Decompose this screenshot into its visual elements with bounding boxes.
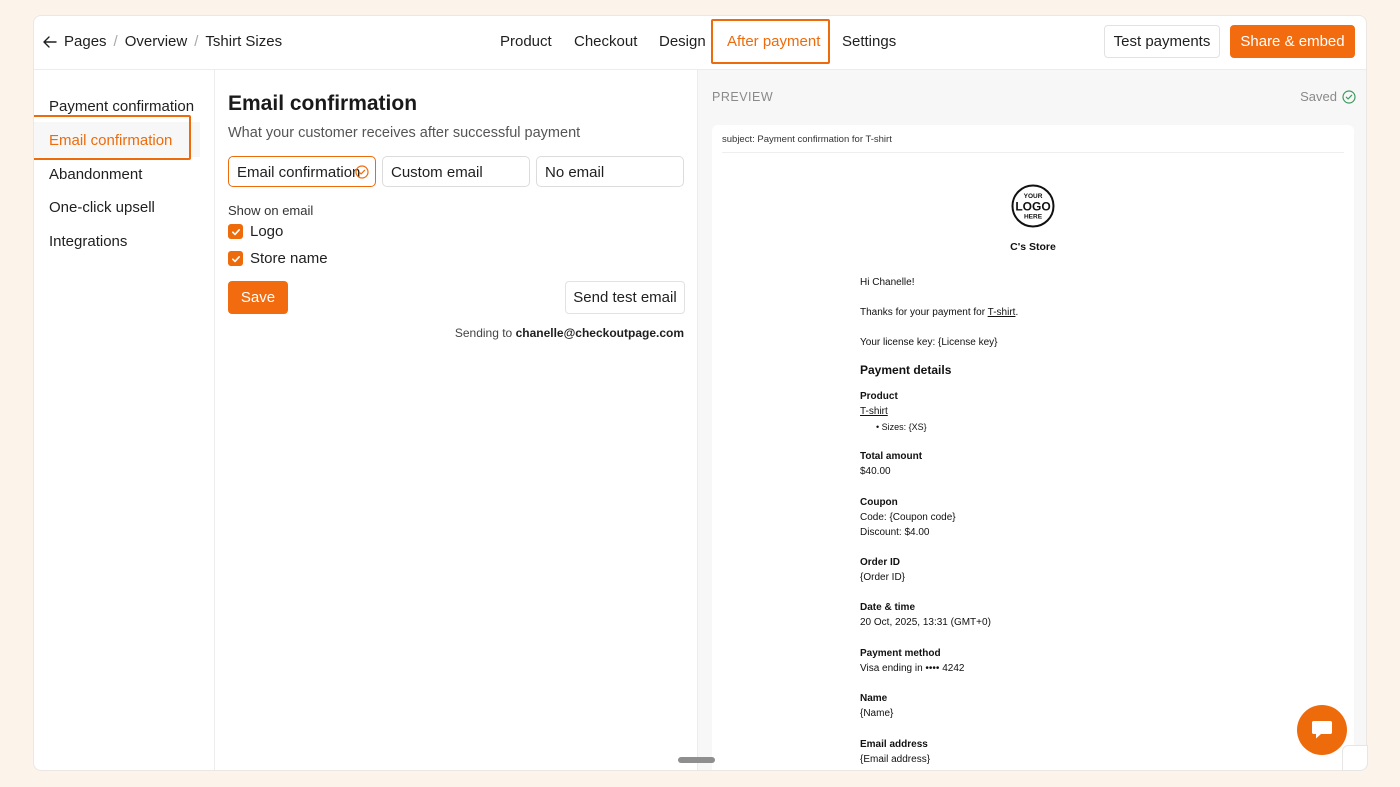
option-email-confirmation[interactable]: Email confirmation [228,156,376,187]
app-window: Pages / Overview / Tshirt Sizes Product … [33,15,1367,771]
preview-label: PREVIEW [712,90,774,104]
sidebar-item-payment-confirmation[interactable]: Payment confirmation [49,98,194,115]
chat-widget-button[interactable] [1297,705,1347,755]
payment-method-label: Payment method [860,648,941,659]
option-label: Email confirmation [237,164,361,181]
store-name-checkbox-row[interactable]: Store name [228,250,328,267]
date-time-label: Date & time [860,602,916,613]
email-subject: subject: Payment confirmation for T-shir… [722,134,892,145]
resize-handle[interactable] [678,757,715,763]
breadcrumb-current-page: Tshirt Sizes [205,33,283,50]
coupon-code: Code: {Coupon code} [860,512,956,523]
tab-after-payment[interactable]: After payment [727,33,820,50]
option-custom-email[interactable]: Custom email [382,156,530,187]
order-id-value: {Order ID} [860,572,906,583]
share-embed-button[interactable]: Share & embed [1230,25,1355,58]
saved-status: Saved [1300,89,1356,104]
option-label: No email [545,164,605,181]
coupon-discount: Discount: $4.00 [860,527,930,538]
logo-text-bottom: HERE [1024,214,1043,221]
store-name-checkbox-label: Store name [250,250,328,267]
sending-email: chanelle@checkoutpage.com [515,326,684,340]
product-label: Product [860,391,898,402]
product-link-item: T-shirt [860,406,888,417]
email-thanks: Thanks for your payment for T-shirt. [860,307,1018,318]
name-value: {Name} [860,708,894,719]
sending-to-text: Sending to chanelle@checkoutpage.com [455,326,684,340]
name-label: Name [860,693,888,704]
breadcrumb: Pages / Overview / Tshirt Sizes [42,33,282,50]
corner-panel [1342,745,1368,771]
logo-text-main: LOGO [1015,200,1050,214]
license-key-line: Your license key: {License key} [860,337,998,348]
breadcrumb-overview[interactable]: Overview [125,33,188,50]
test-payments-button[interactable]: Test payments [1104,25,1220,58]
email-editor-panel: Email confirmation What your customer re… [215,70,698,770]
save-button[interactable]: Save [228,281,288,314]
check-circle-icon [355,165,369,179]
tab-design[interactable]: Design [659,33,706,50]
top-bar: Pages / Overview / Tshirt Sizes Product … [34,16,1366,70]
show-on-email-label: Show on email [228,203,314,218]
option-no-email[interactable]: No email [536,156,684,187]
editor-title: Email confirmation [228,92,418,115]
option-label: Custom email [391,164,483,181]
order-id-label: Order ID [860,557,901,568]
email-preview: subject: Payment confirmation for T-shir… [712,125,1354,770]
logo-checkbox-row[interactable]: Logo [228,223,283,240]
payment-details-heading: Payment details [860,363,952,377]
send-test-email-button[interactable]: Send test email [565,281,685,314]
coupon-label: Coupon [860,497,898,508]
breadcrumb-separator: / [194,33,199,50]
tab-product[interactable]: Product [500,33,552,50]
back-arrow-icon[interactable] [42,34,58,50]
sidebar-item-one-click-upsell[interactable]: One-click upsell [49,199,155,216]
check-circle-icon [1342,89,1356,104]
checkmark-icon [231,255,240,262]
divider [722,152,1344,153]
sidebar: Payment confirmation Email confirmation … [34,70,215,770]
product-variant: • Sizes: {XS} [876,422,927,432]
thanks-suffix: . [1015,307,1019,318]
checkmark-icon [231,228,240,235]
breadcrumb-separator: / [113,33,118,50]
email-address-value: {Email address} [860,754,931,765]
chat-bubble-icon [1312,721,1332,739]
total-amount-value: $40.00 [860,466,891,477]
logo-checkbox[interactable] [228,224,243,239]
sending-prefix: Sending to [454,326,513,340]
logo-checkbox-label: Logo [250,223,284,240]
date-time-value: 20 Oct, 2025, 13:31 (GMT+0) [860,617,991,628]
store-name-checkbox[interactable] [228,251,243,266]
preview-panel: PREVIEW Saved subject: Payment confirmat… [698,70,1366,770]
email-address-label: Email address [860,739,928,750]
product-link[interactable]: T-shirt [988,307,1016,318]
total-amount-label: Total amount [860,451,923,462]
store-logo: YOUR LOGO HERE [1011,184,1055,228]
sidebar-item-integrations[interactable]: Integrations [49,233,127,250]
variant-text: Sizes: {XS} [881,422,927,432]
product-link[interactable]: T-shirt [860,406,888,417]
thanks-text: Thanks for your payment for [860,307,988,318]
active-sidebar-highlight [34,115,191,160]
sidebar-item-abandonment[interactable]: Abandonment [49,166,142,183]
email-greeting: Hi Chanelle! [860,277,915,288]
editor-subtitle: What your customer receives after succes… [228,125,581,141]
tab-settings[interactable]: Settings [842,33,896,50]
breadcrumb-pages[interactable]: Pages [64,33,107,50]
saved-label: Saved [1300,89,1337,104]
tab-checkout[interactable]: Checkout [574,33,637,50]
payment-method-value: Visa ending in •••• 4242 [860,663,965,674]
store-name: C's Store [1010,241,1056,253]
logo-placeholder-icon: YOUR LOGO HERE [1011,184,1055,228]
